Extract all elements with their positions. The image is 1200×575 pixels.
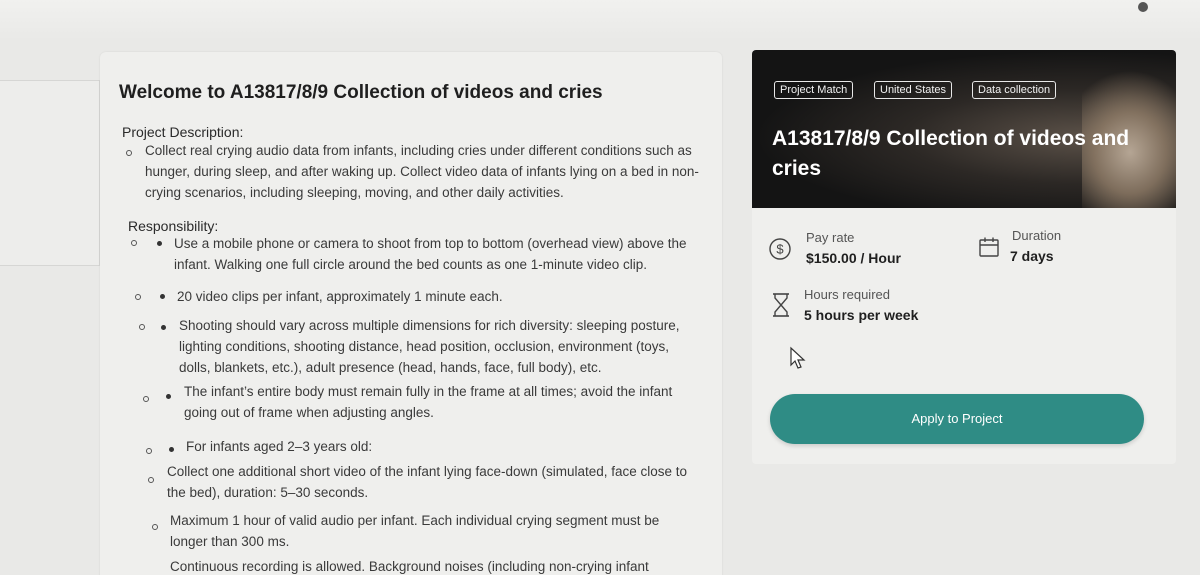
responsibility-label: Responsibility: bbox=[128, 218, 219, 234]
cursor-icon bbox=[790, 346, 806, 369]
tag-project-match: Project Match bbox=[774, 81, 854, 99]
bullet-ring bbox=[146, 448, 152, 454]
responsibility-item: Maximum 1 hour of valid audio per infant… bbox=[170, 513, 660, 549]
bullet-ring bbox=[135, 294, 141, 300]
description-heading: Project Description: bbox=[122, 124, 243, 140]
duration-label: Duration bbox=[1012, 228, 1062, 243]
tag-category: Data collection bbox=[972, 81, 1057, 99]
calendar-icon bbox=[979, 237, 999, 257]
bullet-ring bbox=[139, 324, 145, 330]
bullet-ring bbox=[126, 150, 132, 156]
bullet-dot bbox=[157, 241, 162, 246]
bullet-ring bbox=[143, 396, 149, 402]
responsibility-item: Collect one additional short video of th… bbox=[167, 464, 688, 500]
responsibility-item: Use a mobile phone or camera to shoot fr… bbox=[174, 236, 687, 272]
bullet-dot bbox=[161, 325, 166, 330]
bullet-dot bbox=[160, 294, 165, 299]
pay-rate-value: $150.00 / Hour bbox=[806, 250, 901, 266]
camera-dot bbox=[1138, 2, 1148, 12]
bullet-ring bbox=[131, 240, 137, 246]
hours-label: Hours required bbox=[804, 287, 890, 302]
bullet-dot bbox=[166, 394, 171, 399]
hours-value: 5 hours per week bbox=[804, 307, 919, 323]
bullet-ring bbox=[152, 524, 158, 530]
project-title: A13817/8/9 Collection of videos and crie… bbox=[772, 127, 1130, 180]
description-text: Collect real crying audio data from infa… bbox=[145, 143, 699, 200]
pay-rate-label: Pay rate bbox=[806, 230, 855, 245]
duration-value: 7 days bbox=[1010, 248, 1054, 264]
responsibility-item: Continuous recording is allowed. Backgro… bbox=[170, 559, 649, 574]
bullet-ring bbox=[148, 477, 154, 483]
hourglass-icon bbox=[773, 293, 789, 317]
responsibility-item: The infant’s entire body must remain ful… bbox=[184, 384, 673, 420]
dollar-icon: $ bbox=[769, 238, 791, 260]
svg-text:$: $ bbox=[776, 242, 784, 257]
responsibility-item: 20 video clips per infant, approximately… bbox=[177, 289, 503, 304]
description-label: Project Description bbox=[122, 124, 240, 140]
responsibility-item: Shooting should vary across multiple dim… bbox=[179, 318, 680, 375]
project-hero: Project Match United States Data collect… bbox=[752, 50, 1176, 208]
responsibility-item: For infants aged 2–3 years old: bbox=[186, 439, 373, 454]
bullet-dot bbox=[169, 447, 174, 452]
top-strip bbox=[0, 0, 1200, 40]
description-colon: : bbox=[239, 124, 244, 140]
page-title: Welcome to A13817/8/9 Collection of vide… bbox=[119, 82, 603, 103]
apply-button[interactable]: Apply to Project bbox=[770, 394, 1144, 444]
left-panel bbox=[0, 80, 100, 266]
tag-country: United States bbox=[874, 81, 953, 99]
